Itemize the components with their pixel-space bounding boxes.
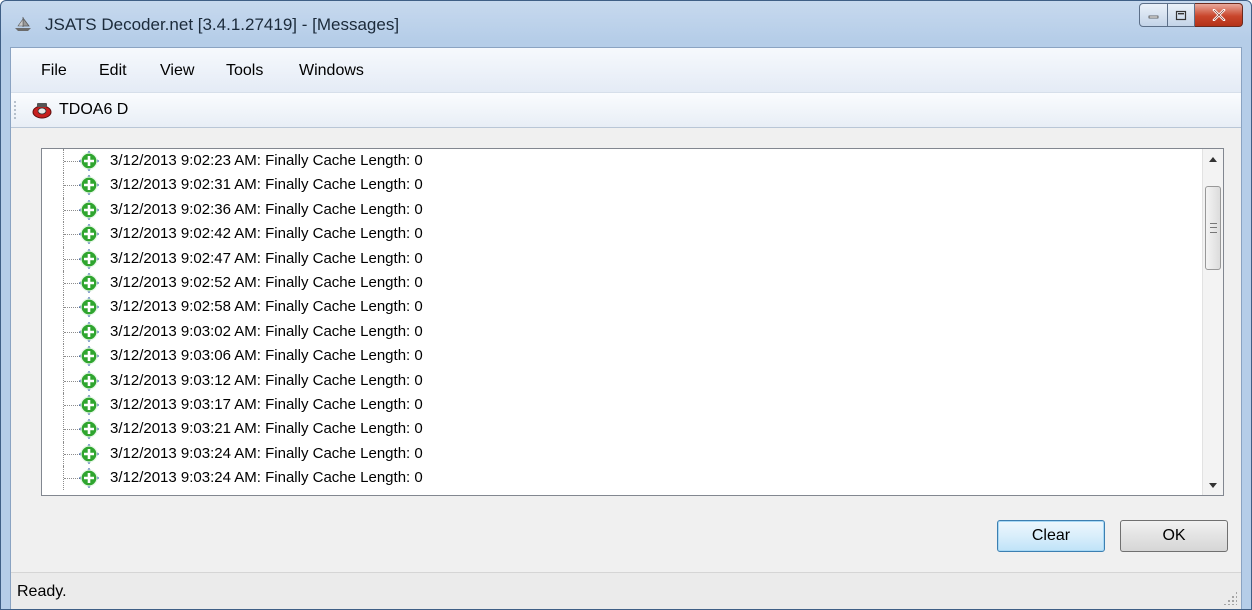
scroll-down-button[interactable] bbox=[1203, 475, 1223, 495]
status-text: Ready. bbox=[17, 583, 67, 600]
close-button[interactable] bbox=[1195, 3, 1243, 27]
list-item[interactable]: 3/12/2013 9:03:21 AM: Finally Cache Leng… bbox=[42, 417, 1202, 442]
ok-button[interactable]: OK bbox=[1120, 520, 1228, 552]
message-text: 3/12/2013 9:03:17 AM: Finally Cache Leng… bbox=[110, 395, 423, 413]
message-text: 3/12/2013 9:03:24 AM: Finally Cache Leng… bbox=[110, 469, 423, 487]
message-text: 3/12/2013 9:03:24 AM: Finally Cache Leng… bbox=[110, 444, 423, 462]
expand-node-icon[interactable] bbox=[78, 418, 100, 440]
expand-node-icon[interactable] bbox=[78, 272, 100, 294]
toolbar: TDOA6 D bbox=[11, 93, 1241, 128]
expand-node-icon[interactable] bbox=[78, 467, 100, 489]
message-text: 3/12/2013 9:02:36 AM: Finally Cache Leng… bbox=[110, 200, 423, 218]
message-text: 3/12/2013 9:03:21 AM: Finally Cache Leng… bbox=[110, 420, 423, 438]
scroll-up-button[interactable] bbox=[1203, 149, 1223, 169]
minimize-button[interactable] bbox=[1139, 3, 1168, 27]
message-text: 3/12/2013 9:02:58 AM: Finally Cache Leng… bbox=[110, 298, 423, 316]
list-item[interactable]: 3/12/2013 9:02:47 AM: Finally Cache Leng… bbox=[42, 246, 1202, 271]
expand-node-icon[interactable] bbox=[78, 370, 100, 392]
scroll-thumb[interactable] bbox=[1205, 186, 1221, 270]
list-item[interactable]: 3/12/2013 9:02:36 AM: Finally Cache Leng… bbox=[42, 197, 1202, 223]
menu-view[interactable]: View bbox=[160, 62, 194, 80]
minimize-icon bbox=[1148, 15, 1158, 19]
app-window: JSATS Decoder.net [3.4.1.27419] - [Messa… bbox=[0, 0, 1252, 610]
list-item[interactable]: 3/12/2013 9:02:42 AM: Finally Cache Leng… bbox=[42, 222, 1202, 247]
message-text: 3/12/2013 9:02:47 AM: Finally Cache Leng… bbox=[110, 249, 423, 267]
receiver-label: TDOA6 D bbox=[59, 101, 129, 118]
list-item[interactable]: 3/12/2013 9:03:17 AM: Finally Cache Leng… bbox=[42, 392, 1202, 418]
message-text: 3/12/2013 9:03:12 AM: Finally Cache Leng… bbox=[110, 371, 423, 389]
client-area: File Edit View Tools Windows TDOA6 D 3/1… bbox=[10, 47, 1242, 609]
thumb-grip-icon bbox=[1210, 223, 1217, 233]
menu-file[interactable]: File bbox=[41, 62, 67, 80]
message-text: 3/12/2013 9:03:02 AM: Finally Cache Leng… bbox=[110, 322, 423, 340]
expand-node-icon[interactable] bbox=[78, 394, 100, 416]
clear-button[interactable]: Clear bbox=[997, 520, 1105, 552]
message-text: 3/12/2013 9:02:31 AM: Finally Cache Leng… bbox=[110, 176, 423, 194]
expand-node-icon[interactable] bbox=[78, 199, 100, 221]
expand-node-icon[interactable] bbox=[78, 296, 100, 318]
expand-node-icon[interactable] bbox=[78, 223, 100, 245]
message-text: 3/12/2013 9:02:23 AM: Finally Cache Leng… bbox=[110, 152, 423, 169]
menu-edit[interactable]: Edit bbox=[99, 62, 127, 80]
receiver-button[interactable]: TDOA6 D bbox=[31, 98, 128, 122]
caption-buttons bbox=[1139, 3, 1243, 27]
scroll-up-icon bbox=[1209, 156, 1217, 162]
scroll-down-icon bbox=[1209, 482, 1217, 488]
menu-bar: File Edit View Tools Windows bbox=[11, 48, 1241, 93]
list-item[interactable]: 3/12/2013 9:03:24 AM: Finally Cache Leng… bbox=[42, 466, 1202, 491]
maximize-icon bbox=[1175, 10, 1187, 20]
expand-node-icon[interactable] bbox=[78, 174, 100, 196]
messages-panel: 3/12/2013 9:02:23 AM: Finally Cache Leng… bbox=[11, 128, 1241, 593]
expand-node-icon[interactable] bbox=[78, 443, 100, 465]
list-item[interactable]: 3/12/2013 9:02:52 AM: Finally Cache Leng… bbox=[42, 270, 1202, 296]
list-item[interactable]: 3/12/2013 9:03:12 AM: Finally Cache Leng… bbox=[42, 368, 1202, 393]
close-icon bbox=[1212, 9, 1225, 21]
list-item[interactable]: 3/12/2013 9:03:24 AM: Finally Cache Leng… bbox=[42, 441, 1202, 467]
list-item[interactable]: 3/12/2013 9:03:06 AM: Finally Cache Leng… bbox=[42, 344, 1202, 369]
menu-windows[interactable]: Windows bbox=[299, 62, 364, 80]
list-item[interactable]: 3/12/2013 9:03:02 AM: Finally Cache Leng… bbox=[42, 319, 1202, 345]
list-item[interactable]: 3/12/2013 9:02:58 AM: Finally Cache Leng… bbox=[42, 295, 1202, 320]
list-item[interactable]: 3/12/2013 9:02:23 AM: Finally Cache Leng… bbox=[42, 149, 1202, 174]
toolbar-grip[interactable] bbox=[14, 100, 16, 120]
app-icon[interactable] bbox=[13, 16, 33, 32]
status-bar: Ready. bbox=[11, 572, 1241, 609]
message-text: 3/12/2013 9:02:52 AM: Finally Cache Leng… bbox=[110, 273, 423, 291]
expand-node-icon[interactable] bbox=[78, 248, 100, 270]
vertical-scrollbar[interactable] bbox=[1202, 149, 1223, 495]
message-list: 3/12/2013 9:02:23 AM: Finally Cache Leng… bbox=[42, 149, 1202, 491]
message-text: 3/12/2013 9:02:42 AM: Finally Cache Leng… bbox=[110, 225, 423, 243]
expand-node-icon[interactable] bbox=[78, 321, 100, 343]
window-title: JSATS Decoder.net [3.4.1.27419] - [Messa… bbox=[45, 15, 400, 34]
resize-grip[interactable] bbox=[1223, 591, 1237, 605]
message-text: 3/12/2013 9:03:06 AM: Finally Cache Leng… bbox=[110, 347, 423, 365]
receiver-icon bbox=[32, 103, 52, 119]
maximize-button[interactable] bbox=[1168, 3, 1195, 27]
list-item[interactable]: 3/12/2013 9:02:31 AM: Finally Cache Leng… bbox=[42, 173, 1202, 198]
expand-node-icon[interactable] bbox=[78, 150, 100, 172]
menu-tools[interactable]: Tools bbox=[226, 62, 263, 80]
title-bar[interactable]: JSATS Decoder.net [3.4.1.27419] - [Messa… bbox=[1, 1, 1251, 47]
expand-node-icon[interactable] bbox=[78, 345, 100, 367]
messages-tree[interactable]: 3/12/2013 9:02:23 AM: Finally Cache Leng… bbox=[41, 148, 1224, 496]
